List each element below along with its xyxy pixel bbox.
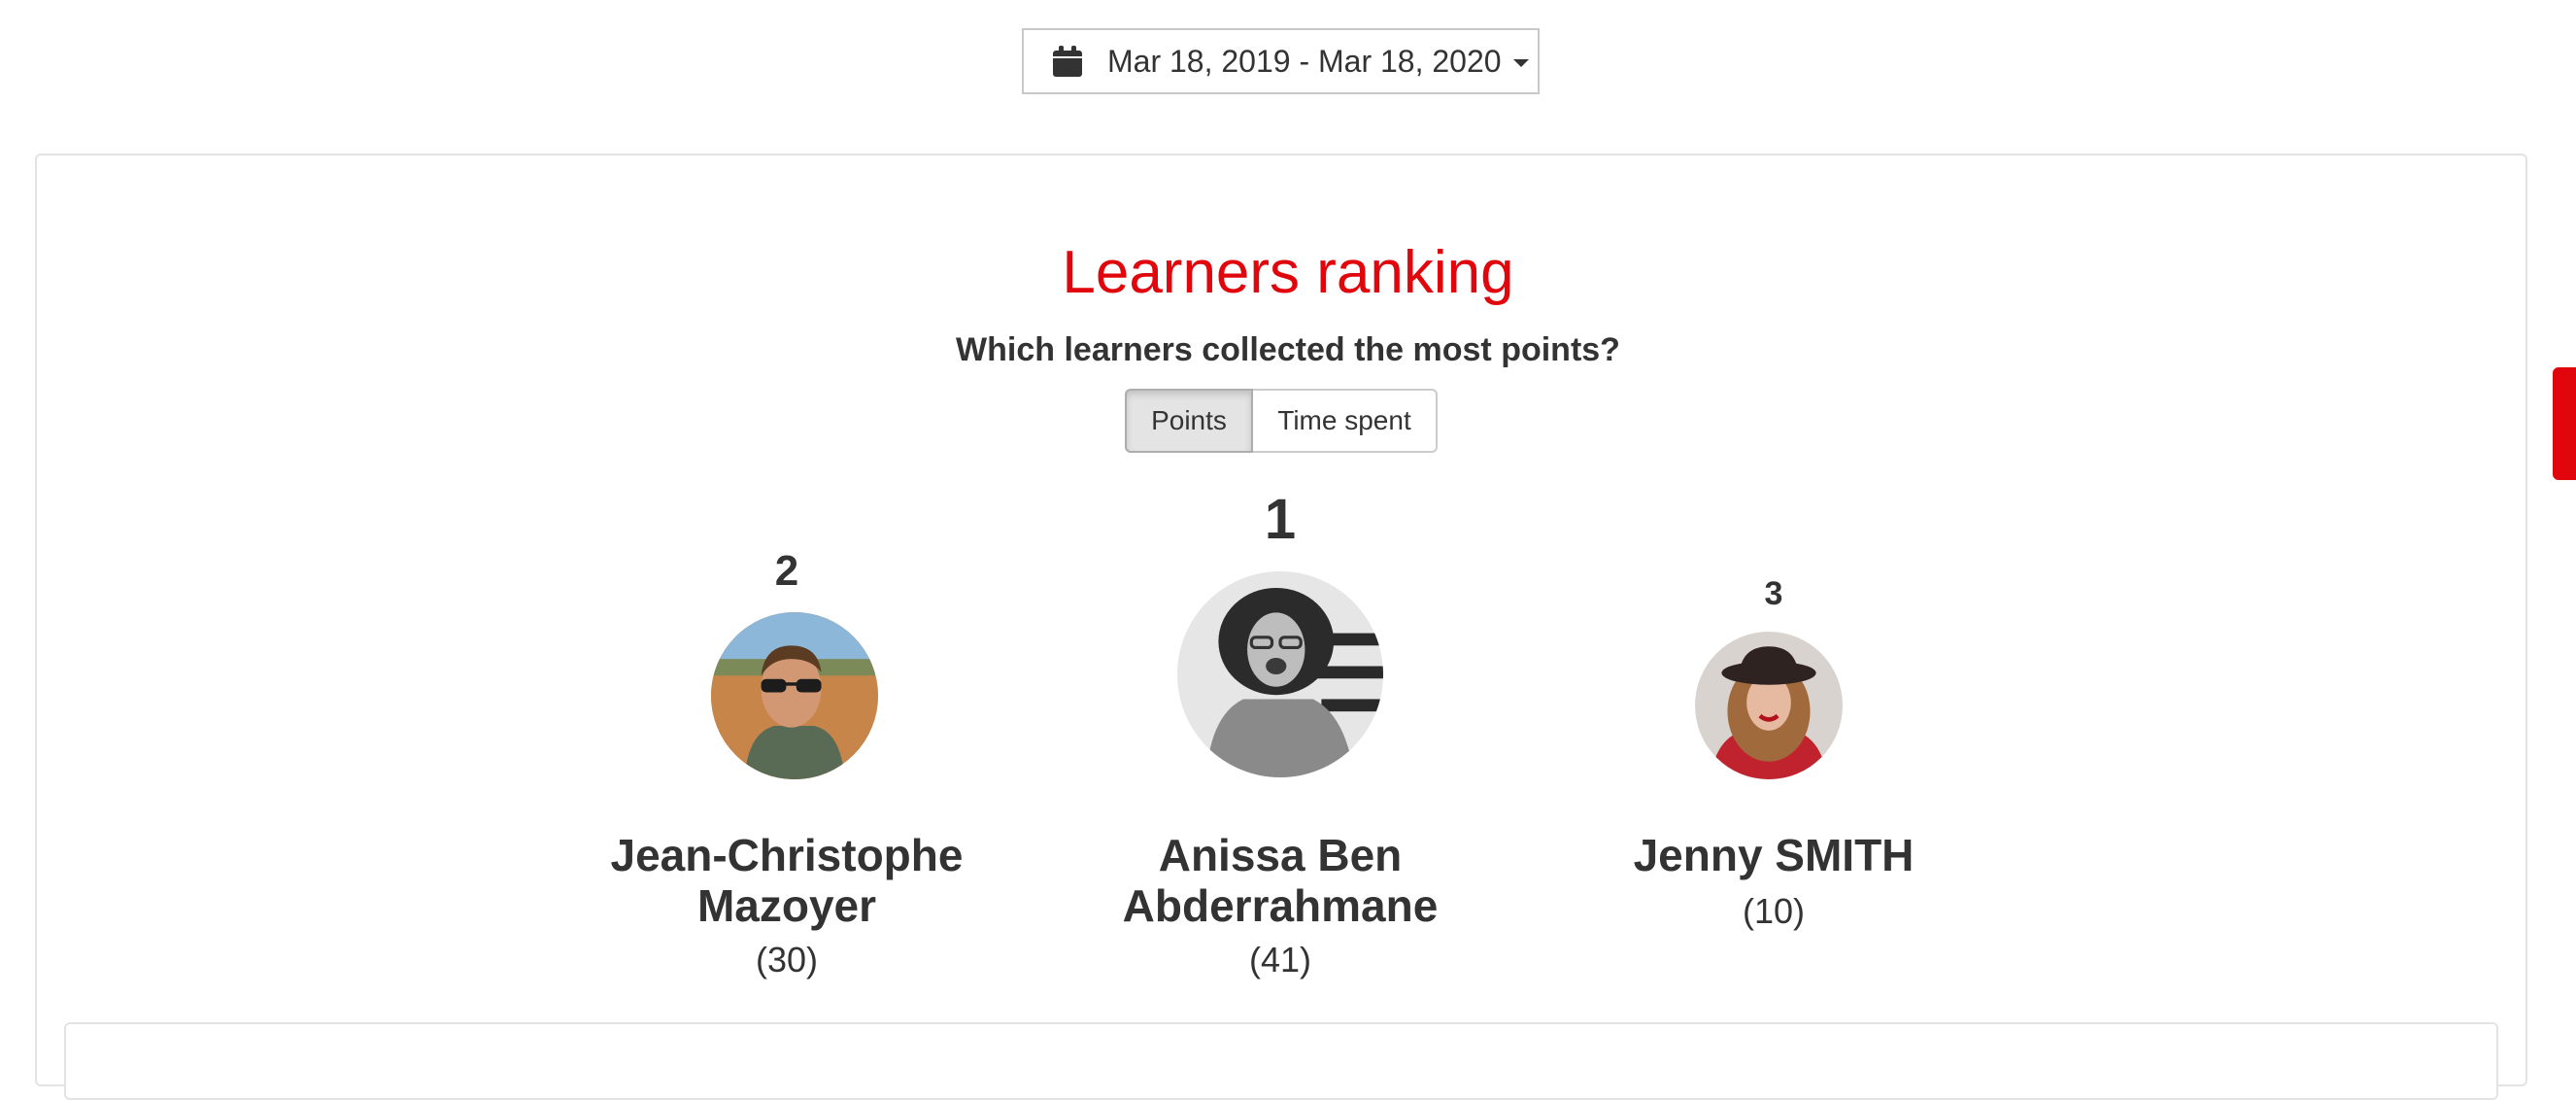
points-toggle-button[interactable]: Points [1125,389,1253,453]
avatar[interactable] [711,612,878,779]
learner-points: (10) [1742,891,1806,931]
avatar[interactable] [1177,571,1383,777]
learner-name: Anissa Ben Abderrahmane [1037,830,1523,931]
avatar[interactable] [1695,632,1843,779]
podium-learner-third: 3 Jenny SMITH (10) [1531,569,2017,978]
side-feedback-tab[interactable] [2553,367,2576,480]
learner-name-line: Jean-Christophe [610,830,964,880]
learner-name: Jenny SMITH [1531,830,2017,880]
learner-name-line: Anissa Ben [1158,830,1403,880]
ranking-title: Learners ranking [1062,239,1514,306]
learner-points: (41) [1248,940,1312,980]
rank-number: 3 [1764,575,1783,612]
learner-points: (30) [755,940,819,980]
date-range-label: Mar 18, 2019 - Mar 18, 2020 [1107,43,1502,79]
learner-name: Jean-Christophe Mazoyer [544,830,1030,931]
date-range-picker[interactable]: Mar 18, 2019 - Mar 18, 2020 [1022,28,1540,94]
rank-number: 2 [774,547,799,595]
caret-down-icon [1512,59,1529,67]
ranking-details-panel [64,1022,2498,1100]
learner-name-line: Mazoyer [696,880,877,931]
time-spent-toggle-button[interactable]: Time spent [1253,389,1438,453]
learner-name-line: Jenny SMITH [1633,830,1915,880]
learner-name-line: Abderrahmane [1122,880,1439,931]
podium-learner-first: 1 Anissa Ben Abderrahmane (41) [1037,486,1523,991]
calendar-icon [1053,46,1082,77]
rank-number: 1 [1264,488,1297,551]
podium-learner-second: 2 Jean-Christophe Mazoyer (30) [544,544,1030,991]
ranking-metric-toggle: Points Time spent [1125,389,1438,453]
ranking-subtitle: Which learners collected the most points… [956,331,1620,368]
